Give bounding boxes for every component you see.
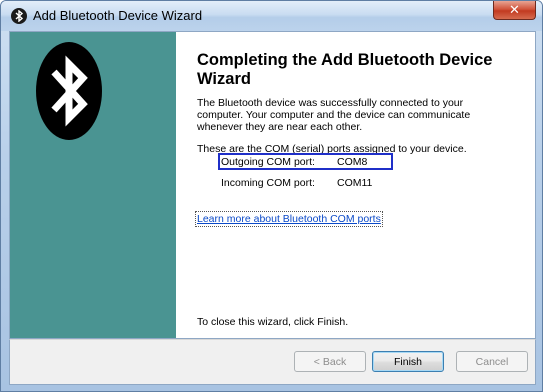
port-label: Outgoing COM port: <box>221 156 315 168</box>
side-panel <box>10 32 176 338</box>
description-text: The Bluetooth device was successfully co… <box>197 97 471 133</box>
title-bar[interactable]: Add Bluetooth Device Wizard ✕ <box>1 1 542 31</box>
cancel-button[interactable]: Cancel <box>456 351 528 372</box>
wizard-page: Completing the Add Bluetooth Device Wiza… <box>9 31 536 339</box>
finish-button[interactable]: Finish <box>372 351 444 372</box>
bluetooth-icon <box>11 8 27 24</box>
port-value: COM8 <box>337 156 368 168</box>
learn-more-link[interactable]: Learn more about Bluetooth COM ports <box>195 211 383 227</box>
close-button[interactable]: ✕ <box>493 1 536 20</box>
button-strip: < Back Finish Cancel <box>9 339 536 385</box>
port-row-outgoing[interactable]: Outgoing COM port: COM8 <box>219 155 399 169</box>
page-title: Completing the Add Bluetooth Device Wiza… <box>197 51 493 88</box>
port-label: Incoming COM port: <box>221 177 315 189</box>
port-row-incoming[interactable]: Incoming COM port: COM11 <box>219 176 399 190</box>
close-hint-text: To close this wizard, click Finish. <box>197 316 349 328</box>
close-icon: ✕ <box>509 2 520 18</box>
wizard-window: Add Bluetooth Device Wizard ✕ Completing… <box>0 0 543 392</box>
port-value: COM11 <box>337 177 373 189</box>
window-title: Add Bluetooth Device Wizard <box>33 8 203 23</box>
bluetooth-logo <box>36 42 102 140</box>
back-button[interactable]: < Back <box>294 351 366 372</box>
